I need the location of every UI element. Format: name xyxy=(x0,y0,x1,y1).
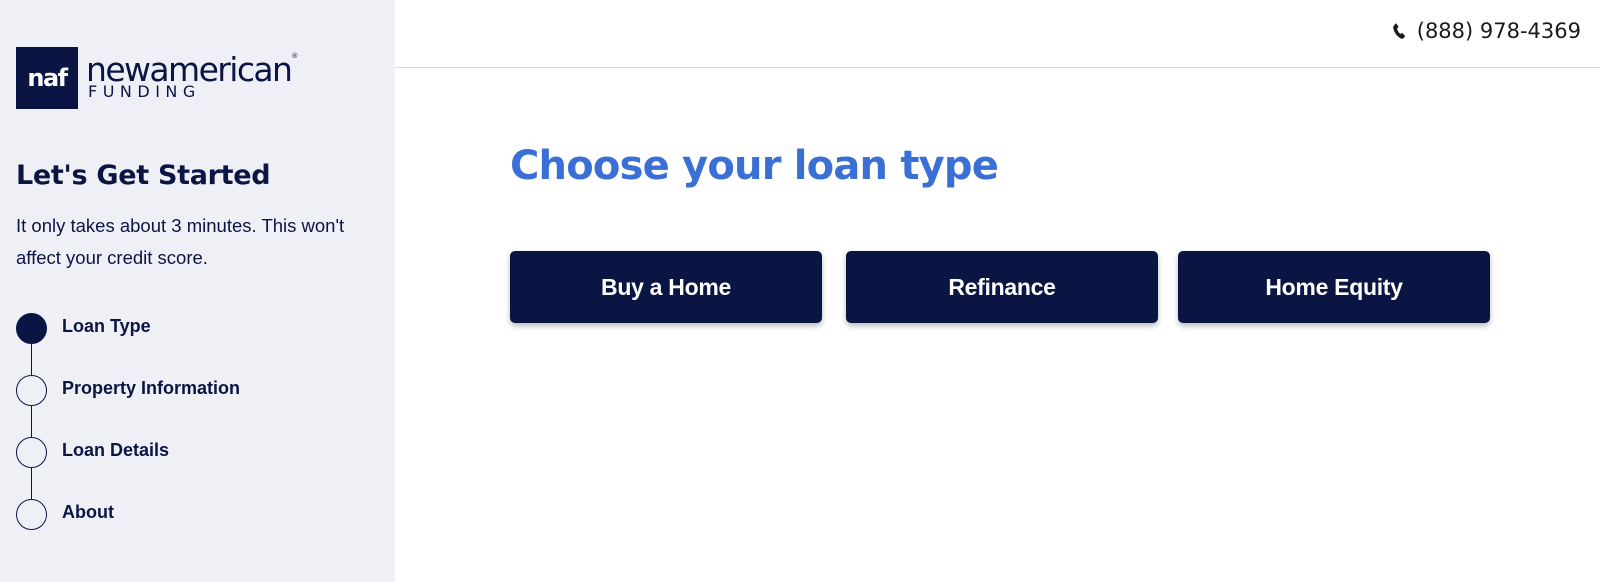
step-indicator-active-icon xyxy=(16,313,47,344)
sidebar-title: Let's Get Started xyxy=(16,160,271,191)
step-connector xyxy=(31,468,32,499)
step-label: Loan Type xyxy=(62,316,151,336)
company-logo[interactable]: naf newamerican® FUNDING xyxy=(16,47,298,109)
step-about: About xyxy=(16,499,240,561)
step-connector xyxy=(31,406,32,437)
step-label: About xyxy=(62,502,114,522)
step-loan-details: Loan Details xyxy=(16,437,240,499)
phone-icon xyxy=(1392,23,1405,39)
step-indicator-icon xyxy=(16,437,47,468)
phone-number: (888) 978-4369 xyxy=(1416,19,1581,43)
logo-mark: naf xyxy=(16,47,78,109)
top-bar: (888) 978-4369 xyxy=(395,0,1600,68)
refinance-button[interactable]: Refinance xyxy=(846,251,1158,323)
phone-link[interactable]: (888) 978-4369 xyxy=(1390,19,1581,43)
page-title: Choose your loan type xyxy=(510,143,999,189)
buy-a-home-button[interactable]: Buy a Home xyxy=(510,251,822,323)
sidebar: naf newamerican® FUNDING Let's Get Start… xyxy=(0,0,395,582)
step-label: Property Information xyxy=(62,378,241,398)
registered-mark: ® xyxy=(291,51,299,60)
step-indicator-icon xyxy=(16,375,47,406)
step-connector xyxy=(31,344,32,375)
step-property-information: Property Information xyxy=(16,375,240,437)
sidebar-description: It only takes about 3 minutes. This won'… xyxy=(16,215,345,268)
logo-wordmark: newamerican® FUNDING xyxy=(86,52,298,100)
step-label: Loan Details xyxy=(62,440,170,460)
home-equity-button[interactable]: Home Equity xyxy=(1178,251,1490,323)
logo-word: newamerican® xyxy=(86,51,299,86)
progress-steps: Loan Type Property Information Loan Deta… xyxy=(16,313,240,561)
step-loan-type: Loan Type xyxy=(16,313,240,375)
step-indicator-icon xyxy=(16,499,47,530)
